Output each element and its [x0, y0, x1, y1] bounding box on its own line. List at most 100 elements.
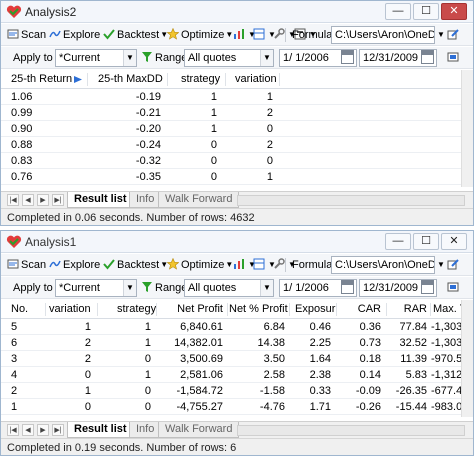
first-tab-button[interactable]: |◀	[7, 194, 19, 206]
table-cell: 0	[144, 353, 151, 365]
filter-button[interactable]	[141, 50, 155, 66]
next-tab-button[interactable]: ▶	[37, 424, 49, 436]
column-header[interactable]: variation	[49, 300, 91, 319]
column-header[interactable]: variation	[235, 70, 277, 89]
formula-browse-button[interactable]: ▼	[436, 27, 445, 43]
table-cell: -0.09	[355, 385, 381, 397]
column-header[interactable]: Exposur	[295, 300, 335, 319]
last-tab-button[interactable]: ▶|	[52, 424, 64, 436]
last-tab-button[interactable]: ▶|	[52, 194, 64, 206]
explore-button[interactable]: Explore	[49, 27, 100, 43]
calendar-icon[interactable]	[341, 280, 354, 294]
formula-path-field[interactable]: C:\Users\Aron\OneDr	[331, 26, 435, 44]
grid-header: No. variation strategy Net Profit Net % …	[1, 300, 463, 319]
filter-button[interactable]	[141, 280, 155, 296]
previous-tab-button[interactable]: ◀	[22, 194, 34, 206]
backtest-button[interactable]: Backtest▼	[103, 27, 168, 43]
apply-to-select[interactable]: *Current ▼	[55, 49, 137, 67]
table-row[interactable]: 6 2 1 14,382.01 14.38 2.25 0.73 32.52 -1,303.1	[1, 335, 463, 351]
column-header[interactable]: Net Profit	[161, 300, 223, 319]
vertical-scrollbar[interactable]	[461, 300, 473, 417]
formula-browse-button[interactable]: ▼	[436, 257, 445, 273]
table-row[interactable]: 0.90 -0.20 1 0	[1, 121, 463, 137]
table-cell: 0.33	[309, 385, 331, 397]
table-row[interactable]: 4 0 1 2,581.06 2.58 2.38 0.14 5.83 -1,312.9	[1, 367, 463, 383]
horizontal-scrollbar[interactable]	[237, 425, 465, 436]
title-bar[interactable]: Analysis2 — ☐ ✕	[1, 1, 473, 23]
tab-result-list[interactable]: Result list	[67, 192, 134, 208]
table-row[interactable]: 5 1 1 6,840.61 6.84 0.46 0.36 77.84 -1,303.1	[1, 319, 463, 335]
scan-button[interactable]: Scan	[7, 27, 46, 43]
minimize-button[interactable]: —	[385, 233, 411, 250]
range-options-button[interactable]	[447, 280, 461, 296]
apply-toolbar: Apply to *Current ▼ Range All quotes ▼ 1…	[1, 47, 473, 69]
scan-button[interactable]: Scan	[7, 257, 46, 273]
table-row[interactable]: 0.88 -0.24 0 2	[1, 137, 463, 153]
star-icon	[167, 28, 179, 40]
column-header[interactable]: 25-th MaxDD	[98, 70, 163, 89]
maximize-button[interactable]: ☐	[413, 3, 439, 20]
table-row[interactable]: 0.99 -0.21 1 2	[1, 105, 463, 121]
first-tab-button[interactable]: |◀	[7, 424, 19, 436]
column-header[interactable]: 25-th Return	[11, 70, 72, 89]
tab-result-list[interactable]: Result list	[67, 422, 134, 438]
table-cell: 11.39	[400, 353, 427, 365]
range-select[interactable]: All quotes ▼	[184, 49, 274, 67]
table-cell: 2	[266, 107, 273, 119]
table-cell: 14,382.01	[174, 337, 223, 349]
table-row[interactable]: 2 1 0 -1,584.72 -1.58 0.33 -0.09 -26.35 -677.4	[1, 383, 463, 399]
minimize-button[interactable]: —	[385, 3, 411, 20]
next-tab-button[interactable]: ▶	[37, 194, 49, 206]
optimize-button[interactable]: Optimize▼	[167, 257, 233, 273]
table-row[interactable]: 0.76 -0.35 0 1	[1, 169, 463, 185]
range-label: Range	[155, 282, 188, 294]
range-select[interactable]: All quotes ▼	[184, 279, 274, 297]
close-button[interactable]: ✕	[441, 233, 467, 250]
tab-walk-forward[interactable]: Walk Forward	[158, 192, 240, 208]
formula-edit-button[interactable]	[447, 257, 461, 273]
column-header[interactable]: strategy	[117, 300, 156, 319]
results-grid[interactable]: 25-th Return 25-th MaxDD strategy variat…	[1, 70, 463, 187]
column-header[interactable]: strategy	[181, 70, 220, 89]
column-header[interactable]: CAR	[341, 300, 381, 319]
toolbar-separator	[285, 28, 286, 42]
tab-info[interactable]: Info	[129, 192, 162, 208]
apply-to-select[interactable]: *Current ▼	[55, 279, 137, 297]
backtest-button[interactable]: Backtest▼	[103, 257, 168, 273]
table-cell: 1	[84, 385, 91, 397]
calendar-icon[interactable]	[421, 50, 434, 64]
analysis2-window: Analysis2 — ☐ ✕ Scan Explore Backtest▼ O…	[0, 0, 474, 226]
table-cell: 32.52	[399, 337, 427, 349]
table-cell: -0.26	[355, 401, 381, 413]
title-bar[interactable]: Analysis1 — ☐ ✕	[1, 231, 473, 253]
tab-walk-forward[interactable]: Walk Forward	[158, 422, 240, 438]
column-header[interactable]: Max. Tra	[433, 300, 463, 319]
table-row[interactable]: 1 0 0 -4,755.27 -4.76 1.71 -0.26 -15.44 -983.0	[1, 399, 463, 415]
formula-path-field[interactable]: C:\Users\Aron\OneDr	[331, 256, 435, 274]
optimize-button[interactable]: Optimize▼	[167, 27, 233, 43]
maximize-button[interactable]: ☐	[413, 233, 439, 250]
close-button[interactable]: ✕	[441, 3, 467, 20]
status-bar: Completed in 0.19 seconds. Number of row…	[1, 438, 473, 455]
table-row[interactable]: 0.83 -0.32 0 0	[1, 153, 463, 169]
column-header[interactable]: No.	[11, 300, 28, 319]
table-row[interactable]: 3 2 0 3,500.69 3.50 1.64 0.18 11.39 -970.5	[1, 351, 463, 367]
explore-button[interactable]: Explore	[49, 257, 100, 273]
table-row[interactable]: 1.06 -0.19 1 1	[1, 89, 463, 105]
results-grid[interactable]: No. variation strategy Net Profit Net % …	[1, 300, 463, 417]
vertical-scrollbar[interactable]	[461, 70, 473, 187]
column-header[interactable]: Net % Profit	[229, 300, 288, 319]
sort-arrow-icon[interactable]	[73, 75, 83, 84]
column-header[interactable]: RAR	[389, 300, 427, 319]
previous-tab-button[interactable]: ◀	[22, 424, 34, 436]
formula-edit-button[interactable]	[447, 27, 461, 43]
tab-info[interactable]: Info	[129, 422, 162, 438]
horizontal-scrollbar[interactable]	[237, 195, 465, 206]
range-options-button[interactable]	[447, 50, 461, 66]
table-cell: 1	[210, 91, 217, 103]
calendar-icon[interactable]	[421, 280, 434, 294]
options-icon	[447, 282, 459, 292]
table-cell: -0.21	[135, 107, 161, 119]
explore-icon	[49, 260, 61, 268]
calendar-icon[interactable]	[341, 50, 354, 64]
